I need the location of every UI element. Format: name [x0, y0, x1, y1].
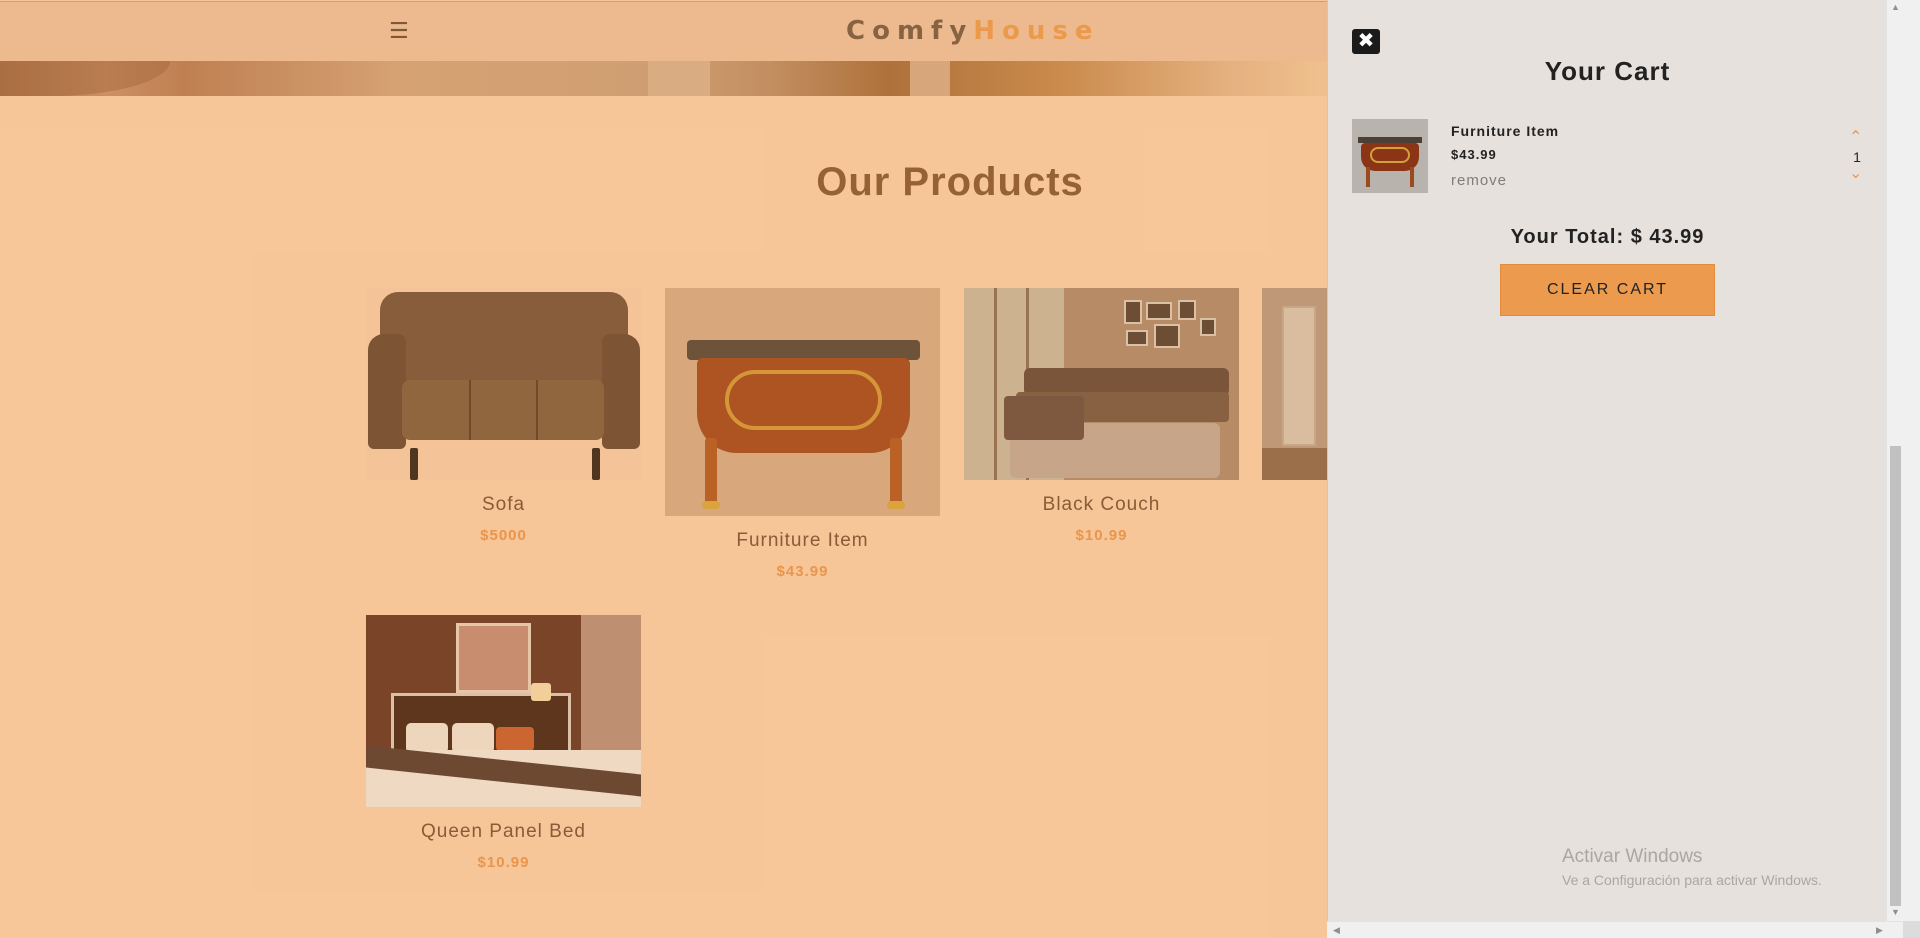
logo[interactable]: ComfyHouse — [846, 16, 1100, 46]
section-title: Our Products — [816, 160, 1084, 204]
product-price: $10.99 — [1075, 527, 1128, 544]
windows-activation-watermark: Activar Windows Ve a Configuración para … — [1562, 846, 1822, 888]
close-icon: ✖ — [1357, 30, 1375, 52]
product-card-black-couch: Black Couch $10.99 — [964, 288, 1239, 544]
product-card-queen-panel-bed: Queen Panel Bed $10.99 — [366, 615, 641, 871]
product-name: Sofa — [481, 494, 526, 515]
product-price: $10.99 — [477, 854, 530, 871]
product-image-queen-panel-bed[interactable] — [366, 615, 641, 807]
product-image-sofa[interactable] — [366, 288, 641, 480]
scroll-up-arrow-icon[interactable]: ▲ — [1887, 0, 1904, 15]
clear-cart-button[interactable]: CLEAR CART — [1500, 264, 1715, 316]
product-price: $43.99 — [776, 563, 829, 580]
cart-item-quantity: 1 — [1853, 149, 1861, 165]
windows-activation-subtitle: Ve a Configuración para activar Windows. — [1562, 872, 1822, 888]
scroll-right-arrow-icon[interactable]: ▶ — [1872, 923, 1887, 938]
windows-activation-title: Activar Windows — [1562, 846, 1703, 867]
chevron-up-icon[interactable]: ⌃ — [1849, 130, 1862, 146]
scroll-down-arrow-icon[interactable]: ▼ — [1887, 905, 1904, 920]
cart-panel: ✖ Your Cart Furniture Item $43.99 remove… — [1327, 0, 1886, 921]
cart-item-price: $43.99 — [1451, 147, 1497, 162]
menu-icon[interactable]: ☰ — [389, 20, 409, 42]
product-name: Queen Panel Bed — [420, 821, 586, 842]
vertical-scrollbar[interactable]: ▲ ▼ — [1886, 0, 1903, 921]
product-price: $5000 — [480, 527, 527, 544]
navbar: ☰ ComfyHouse — [0, 1, 1327, 61]
vertical-scrollbar-thumb[interactable] — [1890, 446, 1901, 906]
cart-total: Your Total: $ 43.99 — [1510, 226, 1705, 248]
horizontal-scrollbar[interactable]: ◀ ▶ — [1327, 921, 1903, 938]
close-cart-button[interactable]: ✖ — [1352, 29, 1380, 54]
product-image-furniture-item[interactable] — [665, 288, 940, 516]
product-name: Black Couch — [1042, 494, 1161, 515]
scroll-left-arrow-icon[interactable]: ◀ — [1329, 923, 1344, 938]
cart-item-image — [1352, 119, 1428, 193]
cart-item: Furniture Item $43.99 remove — [1352, 119, 1862, 195]
product-name: Furniture Item — [736, 530, 869, 551]
product-image-black-couch[interactable] — [964, 288, 1239, 480]
cart-item-remove-link[interactable]: remove — [1451, 172, 1507, 189]
logo-text-comfy: Comfy — [846, 16, 974, 46]
product-card-sofa: Sofa $5000 — [366, 288, 641, 544]
cart-title: Your Cart — [1544, 56, 1671, 86]
product-image-partial[interactable] — [1262, 288, 1327, 480]
logo-text-house: House — [973, 16, 1100, 46]
cart-item-name: Furniture Item — [1451, 123, 1560, 139]
product-card-partial — [1262, 288, 1327, 480]
hero-banner — [0, 61, 1327, 96]
product-card-furniture-item: Furniture Item $43.99 — [665, 288, 940, 580]
chevron-down-icon[interactable]: ⌄ — [1849, 166, 1862, 182]
